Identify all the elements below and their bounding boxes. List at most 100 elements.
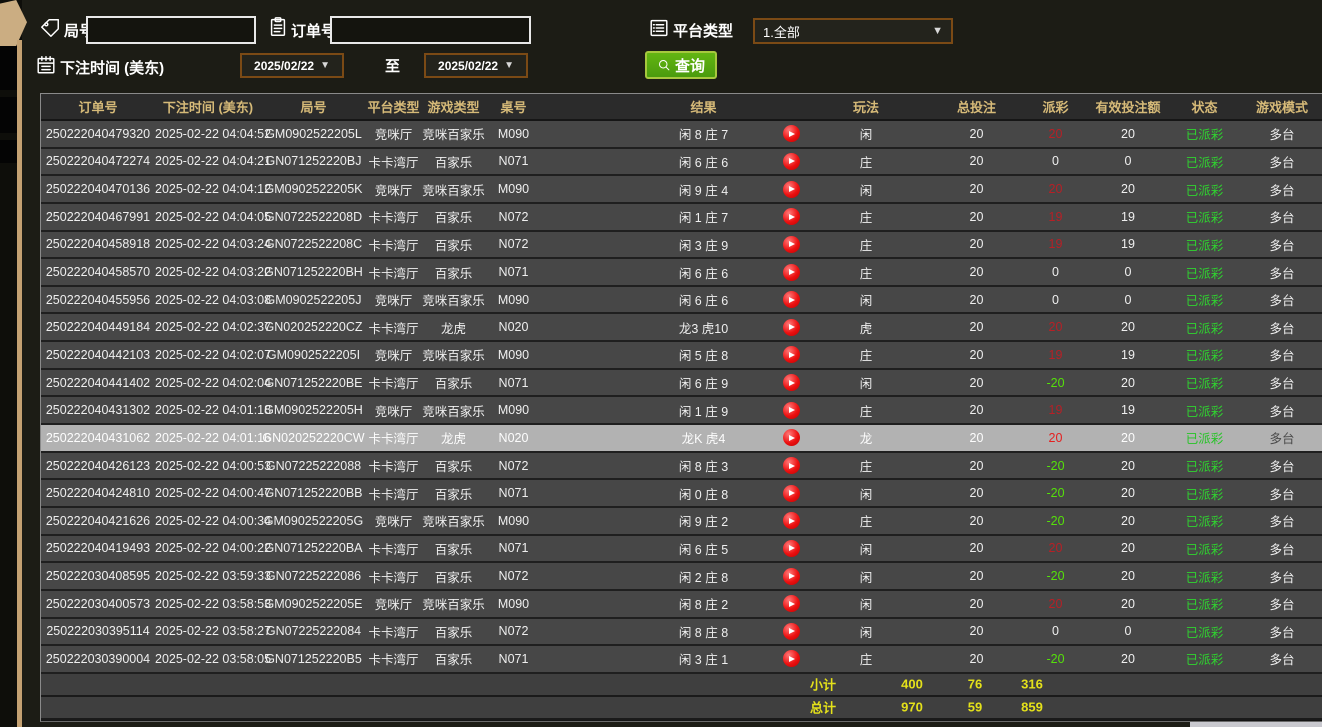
play-video-icon[interactable] xyxy=(783,568,800,585)
cell-play xyxy=(746,286,816,314)
cell-bet: 闲 xyxy=(816,479,916,507)
subtotal-payout: 76 xyxy=(968,677,982,692)
cell-order: 250222040458570 xyxy=(41,258,155,286)
table-row[interactable]: 2502220404248102025-02-22 04:00:47GN0712… xyxy=(41,479,1322,507)
cell-play xyxy=(746,396,816,424)
play-video-icon[interactable] xyxy=(783,457,800,474)
table-row[interactable]: 2502220404216262025-02-22 04:00:34GM0902… xyxy=(41,507,1322,535)
play-video-icon[interactable] xyxy=(783,291,800,308)
cell-valid: 20 xyxy=(1088,590,1168,618)
table-row[interactable]: 2502220404559562025-02-22 04:03:08GM0902… xyxy=(41,286,1322,314)
cell-payout: -20 xyxy=(1023,645,1088,673)
cell-platform: 竞咪厅 xyxy=(366,590,421,618)
play-video-icon[interactable] xyxy=(783,208,800,225)
cell-table: M090 xyxy=(486,286,541,314)
table-row[interactable]: 2502220404313022025-02-22 04:01:18GM0902… xyxy=(41,396,1322,424)
play-video-icon[interactable] xyxy=(783,402,800,419)
play-video-icon[interactable] xyxy=(783,374,800,391)
table-row[interactable]: 2502220404585702025-02-22 04:03:22GN0712… xyxy=(41,258,1322,286)
total-total-bet: 970 xyxy=(901,700,923,715)
play-video-icon[interactable] xyxy=(783,623,800,640)
cell-time: 2025-02-22 04:00:53 xyxy=(155,452,261,480)
cell-game: 百家乐 xyxy=(421,562,486,590)
cell-valid: 20 xyxy=(1088,369,1168,397)
order-no-input[interactable] xyxy=(330,16,531,44)
cell-play xyxy=(746,507,816,535)
cell-bet: 庄 xyxy=(816,452,916,480)
cell-order: 250222030408595 xyxy=(41,562,155,590)
play-video-icon[interactable] xyxy=(783,485,800,502)
cell-game: 竞咪百家乐 xyxy=(421,120,486,148)
cell-mode: 多台 xyxy=(1241,120,1322,148)
play-video-icon[interactable] xyxy=(783,125,800,142)
table-row[interactable]: 2502220404589182025-02-22 04:03:24GN0722… xyxy=(41,231,1322,259)
cell-round: GN071252220BB xyxy=(261,479,366,507)
cell-play xyxy=(746,341,816,369)
cell-payout: 20 xyxy=(1023,424,1088,452)
table-row[interactable]: 2502220404261232025-02-22 04:00:53GN0722… xyxy=(41,452,1322,480)
col-header-valid-bet: 有效投注额 xyxy=(1088,94,1168,120)
cell-result: 闲 5 庄 8 xyxy=(541,341,746,369)
cell-payout: 0 xyxy=(1023,148,1088,176)
table-row[interactable]: 2502220404793202025-02-22 04:04:52GM0902… xyxy=(41,120,1322,148)
cell-round: GN071252220BE xyxy=(261,369,366,397)
cell-platform: 卡卡湾厅 xyxy=(366,535,421,563)
table-row[interactable]: 2502220304085952025-02-22 03:59:33GN0722… xyxy=(41,562,1322,590)
table-row[interactable]: 2502220404414022025-02-22 04:02:04GN0712… xyxy=(41,369,1322,397)
subtotal-total-bet: 400 xyxy=(901,677,923,692)
cell-time: 2025-02-22 03:58:53 xyxy=(155,590,261,618)
table-row[interactable]: 2502220404491842025-02-22 04:02:37GN0202… xyxy=(41,313,1322,341)
cell-game: 百家乐 xyxy=(421,645,486,673)
table-row[interactable]: 2502220303900042025-02-22 03:58:05GN0712… xyxy=(41,645,1322,673)
table-row[interactable]: 2502220404722742025-02-22 04:04:21GN0712… xyxy=(41,148,1322,176)
chevron-down-icon: ▼ xyxy=(932,25,943,37)
play-video-icon[interactable] xyxy=(783,540,800,557)
table-row[interactable]: 2502220304005732025-02-22 03:58:53GM0902… xyxy=(41,590,1322,618)
cell-round: GN071252220B5 xyxy=(261,645,366,673)
play-video-icon[interactable] xyxy=(783,264,800,281)
table-row[interactable]: 2502220404310622025-02-22 04:01:16GN0202… xyxy=(41,424,1322,452)
table-row[interactable]: 2502220404701362025-02-22 04:04:12GM0902… xyxy=(41,175,1322,203)
cell-bet: 闲 xyxy=(816,175,916,203)
cell-total: 20 xyxy=(916,452,1023,480)
play-video-icon[interactable] xyxy=(783,512,800,529)
play-video-icon[interactable] xyxy=(783,236,800,253)
search-button[interactable]: 查询 xyxy=(645,51,717,79)
play-video-icon[interactable] xyxy=(783,153,800,170)
cell-bet: 闲 xyxy=(816,120,916,148)
cell-total: 20 xyxy=(916,424,1023,452)
cell-payout: 20 xyxy=(1023,175,1088,203)
cell-play xyxy=(746,148,816,176)
cell-play xyxy=(746,231,816,259)
table-row[interactable]: 2502220303951142025-02-22 03:58:27GN0722… xyxy=(41,618,1322,646)
round-no-input[interactable] xyxy=(86,16,256,44)
bet-time-label: 下注时间 (美东) xyxy=(60,57,164,78)
play-video-icon[interactable] xyxy=(783,650,800,667)
play-video-icon[interactable] xyxy=(783,346,800,363)
date-from-select[interactable]: 2025/02/22 ▼ xyxy=(240,53,344,78)
table-row[interactable]: 2502220404194932025-02-22 04:00:22GN0712… xyxy=(41,535,1322,563)
cell-game: 百家乐 xyxy=(421,479,486,507)
platform-type-select[interactable]: 1.全部 ▼ xyxy=(753,18,953,44)
cell-game: 百家乐 xyxy=(421,148,486,176)
table-row[interactable]: 2502220404679912025-02-22 04:04:05GN0722… xyxy=(41,203,1322,231)
cell-payout: 19 xyxy=(1023,396,1088,424)
cell-bet: 庄 xyxy=(816,148,916,176)
play-video-icon[interactable] xyxy=(783,319,800,336)
play-video-icon[interactable] xyxy=(783,181,800,198)
date-to-select[interactable]: 2025/02/22 ▼ xyxy=(424,53,528,78)
cell-play xyxy=(746,313,816,341)
cell-table: M090 xyxy=(486,175,541,203)
cell-payout: 19 xyxy=(1023,341,1088,369)
cell-platform: 竞咪厅 xyxy=(366,120,421,148)
cell-status: 已派彩 xyxy=(1168,369,1241,397)
cell-order: 250222040426123 xyxy=(41,452,155,480)
cell-order: 250222040431302 xyxy=(41,396,155,424)
play-video-icon[interactable] xyxy=(783,429,800,446)
table-row[interactable]: 2502220404421032025-02-22 04:02:07GM0902… xyxy=(41,341,1322,369)
cell-time: 2025-02-22 04:02:37 xyxy=(155,313,261,341)
cell-game: 竞咪百家乐 xyxy=(421,590,486,618)
play-video-icon[interactable] xyxy=(783,595,800,612)
cell-payout: 20 xyxy=(1023,120,1088,148)
cell-bet: 虎 xyxy=(816,313,916,341)
